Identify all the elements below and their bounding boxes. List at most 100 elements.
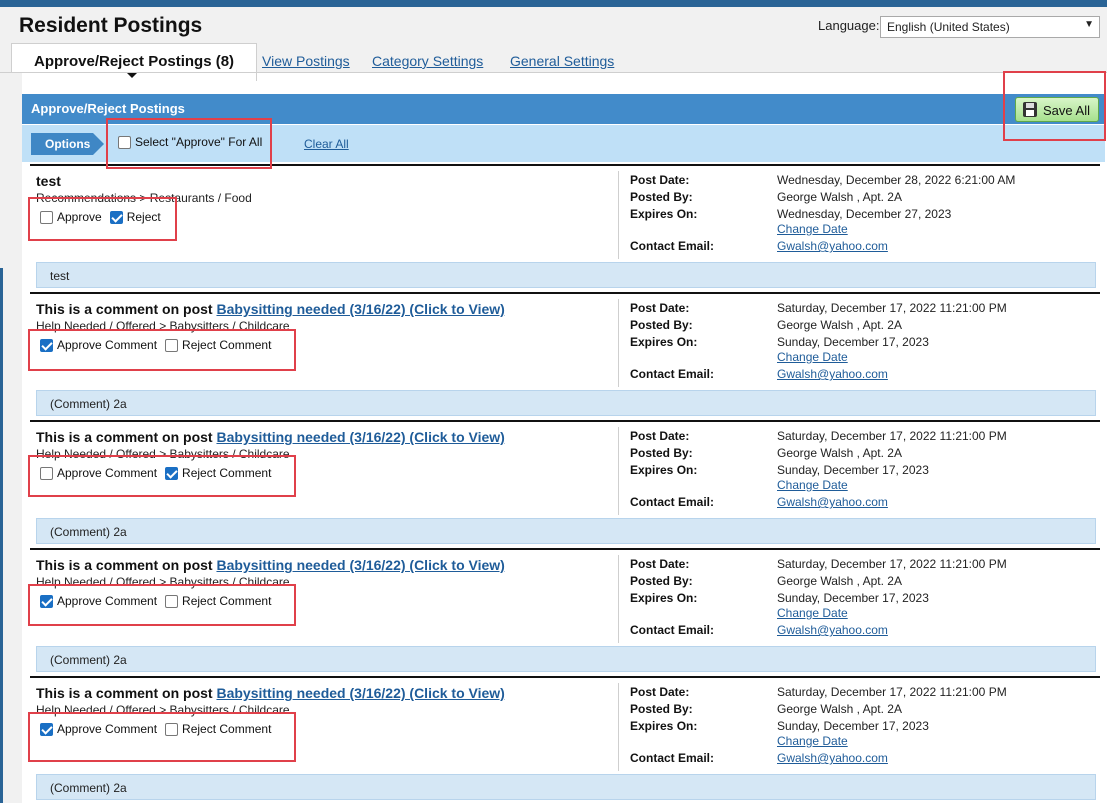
scroll-indicator [0,268,3,803]
column-divider [618,555,619,643]
highlight-box [106,118,272,169]
change-date-link[interactable]: Change Date [777,222,848,236]
post-date-label: Post Date: [630,685,690,699]
posted-by-value: George Walsh , Apt. 2A [777,190,902,204]
posting-body-text: (Comment) 2a [50,397,127,411]
expires-on-label: Expires On: [630,591,698,605]
column-divider [618,683,619,771]
posting-body-text: (Comment) 2a [50,781,127,795]
posting-title: This is a comment on post Babysitting ne… [36,429,505,445]
contact-email-link[interactable]: Gwalsh@yahoo.com [777,367,888,381]
highlight-box [28,584,296,626]
posting-body: test [36,262,1096,288]
tab-general-settings[interactable]: General Settings [510,53,614,69]
posting-body-text: (Comment) 2a [50,653,127,667]
panel-title: Approve/Reject Postings [31,101,185,116]
posting-title-text: This is a comment on post [36,301,217,317]
post-date-value: Saturday, December 17, 2022 11:21:00 PM [777,685,1007,699]
page-title: Resident Postings [19,14,203,37]
change-date-link[interactable]: Change Date [777,478,848,492]
posting-title-text: This is a comment on post [36,557,217,573]
posted-by-value: George Walsh , Apt. 2A [777,574,902,588]
parent-post-link[interactable]: Babysitting needed (3/16/22) (Click to V… [216,429,504,445]
highlight-box [28,329,296,371]
post-date-value: Saturday, December 17, 2022 11:21:00 PM [777,301,1007,315]
caret-down-icon [127,73,137,78]
parent-post-link[interactable]: Babysitting needed (3/16/22) (Click to V… [216,685,504,701]
language-label: Language: [818,18,880,33]
highlight-box [28,197,177,241]
contact-email-link[interactable]: Gwalsh@yahoo.com [777,239,888,253]
posting-title: This is a comment on post Babysitting ne… [36,557,505,573]
change-date-link[interactable]: Change Date [777,350,848,364]
posted-by-value: George Walsh , Apt. 2A [777,318,902,332]
language-select-value: English (United States) [887,20,1010,34]
contact-email-label: Contact Email: [630,623,715,637]
posted-by-label: Posted By: [630,702,693,716]
change-date-link[interactable]: Change Date [777,734,848,748]
posting-body: (Comment) 2a [36,646,1096,672]
posting-body: (Comment) 2a [36,518,1096,544]
contact-email-label: Contact Email: [630,751,715,765]
tab-view-postings[interactable]: View Postings [262,53,350,69]
page-header: Resident Postings Language: English (Uni… [0,7,1107,81]
post-date-label: Post Date: [630,173,690,187]
posted-by-label: Posted By: [630,318,693,332]
tab-category-settings[interactable]: Category Settings [372,53,483,69]
posting-body: (Comment) 2a [36,774,1096,800]
expires-on-value: Wednesday, December 27, 2023 [777,207,952,221]
highlight-box [28,712,296,762]
parent-post-link[interactable]: Babysitting needed (3/16/22) (Click to V… [216,557,504,573]
posting-title: test [36,173,61,189]
contact-email-link[interactable]: Gwalsh@yahoo.com [777,495,888,509]
contact-email-label: Contact Email: [630,239,715,253]
posting-title-text: test [36,173,61,189]
posting-item: test Recommendations > Restaurants / Foo… [30,164,1100,290]
expires-on-value: Sunday, December 17, 2023 [777,591,929,605]
post-date-value: Saturday, December 17, 2022 11:21:00 PM [777,557,1007,571]
tab-approve-reject-label: Approve/Reject Postings (8) [34,53,235,70]
contact-email-label: Contact Email: [630,367,715,381]
posting-title-text: This is a comment on post [36,685,217,701]
expires-on-label: Expires On: [630,207,698,221]
posted-by-label: Posted By: [630,446,693,460]
chevron-down-icon: ▼ [1084,19,1094,30]
posting-body: (Comment) 2a [36,390,1096,416]
post-date-label: Post Date: [630,557,690,571]
tab-approve-reject[interactable]: Approve/Reject Postings (8) [11,43,257,81]
contact-email-link[interactable]: Gwalsh@yahoo.com [777,751,888,765]
post-date-label: Post Date: [630,429,690,443]
top-accent-bar [0,0,1107,7]
expires-on-value: Sunday, December 17, 2023 [777,463,929,477]
posting-title: This is a comment on post Babysitting ne… [36,685,505,701]
options-tag: Options [31,133,104,155]
column-divider [618,427,619,515]
expires-on-label: Expires On: [630,719,698,733]
left-gutter [0,73,22,803]
posting-title-text: This is a comment on post [36,429,217,445]
contact-email-label: Contact Email: [630,495,715,509]
post-date-value: Wednesday, December 28, 2022 6:21:00 AM [777,173,1016,187]
contact-email-link[interactable]: Gwalsh@yahoo.com [777,623,888,637]
post-date-value: Saturday, December 17, 2022 11:21:00 PM [777,429,1007,443]
posting-body-text: (Comment) 2a [50,525,127,539]
expires-on-value: Sunday, December 17, 2023 [777,719,929,733]
parent-post-link[interactable]: Babysitting needed (3/16/22) (Click to V… [216,301,504,317]
post-date-label: Post Date: [630,301,690,315]
posted-by-label: Posted By: [630,574,693,588]
posted-by-label: Posted By: [630,190,693,204]
column-divider [618,171,619,259]
posting-title: This is a comment on post Babysitting ne… [36,301,505,317]
language-select[interactable]: English (United States) ▼ [880,16,1100,38]
highlight-box [28,455,296,497]
change-date-link[interactable]: Change Date [777,606,848,620]
posting-body-text: test [50,269,70,283]
expires-on-value: Sunday, December 17, 2023 [777,335,929,349]
expires-on-label: Expires On: [630,463,698,477]
highlight-box [1003,71,1106,141]
posted-by-value: George Walsh , Apt. 2A [777,446,902,460]
expires-on-label: Expires On: [630,335,698,349]
clear-all-link[interactable]: Clear All [304,137,349,151]
column-divider [618,299,619,387]
header-divider [0,72,1107,73]
